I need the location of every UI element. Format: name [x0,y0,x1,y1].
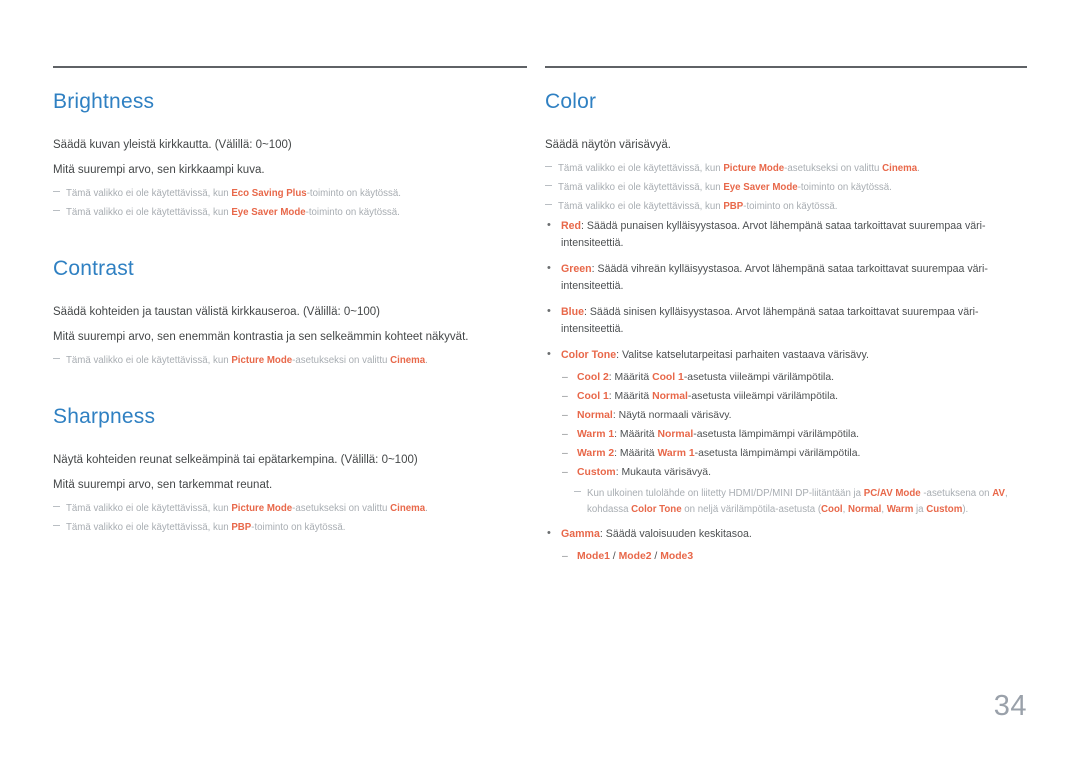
color-note-2: Tämä valikko ei ole käytettävissä, kun E… [545,180,1019,196]
color-body-line: Säädä näytön värisävyä. [545,139,671,151]
contrast-body-line-2: Mitä suurempi arvo, sen enemmän kontrast… [53,331,469,343]
list-item-red: Red: Säädä punaisen kylläisyystasoa. Arv… [545,217,1019,252]
sharpness-body-line-2: Mitä suurempi arvo, sen tarkemmat reunat… [53,479,273,491]
term-warm-2: Warm 2 [577,448,615,459]
page-title-color: Color [545,90,597,113]
term-gamma: Gamma [561,528,600,540]
list-item-custom: Custom: Mukauta värisävyä. [561,464,1019,481]
term-green: Green [561,263,592,275]
brightness-note-1: Tämä valikko ei ole käytettävissä, kun E… [53,186,527,202]
term-color-tone: Color Tone [631,504,682,515]
term-cool: Cool [821,504,843,515]
column-top-rule [545,66,1027,68]
two-column-layout: Brightness Säädä kuvan yleistä kirkkautt… [53,66,1027,569]
gamma-sublist: Mode1 / Mode2 / Mode3 [561,548,1019,565]
manual-page: Brightness Säädä kuvan yleistä kirkkautt… [0,0,1080,763]
term-warm: Warm [886,504,914,515]
term-custom: Custom [926,504,963,515]
term-picture-mode: Picture Mode [231,355,293,366]
color-options-list: Red: Säädä punaisen kylläisyystasoa. Arv… [545,217,1019,565]
page-number: 34 [993,690,1027,722]
contrast-body-line-1: Säädä kohteiden ja taustan välistä kirkk… [53,306,380,318]
term-picture-mode: Picture Mode [723,163,785,174]
list-item-normal: Normal: Näytä normaali värisävy. [561,407,1019,424]
color-tone-note: Kun ulkoinen tulolähde on liitetty HDMI/… [561,486,1019,518]
term-cool-1: Cool 1 [652,372,684,383]
page-title-contrast: Contrast [53,257,134,280]
color-tone-sublist: Cool 2: Määritä Cool 1-asetusta viileämp… [561,369,1019,481]
color-note-3: Tämä valikko ei ole käytettävissä, kun P… [545,199,1019,215]
term-blue: Blue [561,306,584,318]
term-cinema: Cinema [882,163,918,174]
page-title-brightness: Brightness [53,90,155,113]
brightness-body-line-2: Mitä suurempi arvo, sen kirkkaampi kuva. [53,164,265,176]
term-eco-saving-plus: Eco Saving Plus [231,188,307,199]
list-item-green: Green: Säädä vihreän kylläisyystasoa. Ar… [545,260,1019,295]
list-item-color-tone: Color Tone: Valitse katselutarpeitasi pa… [545,346,1019,518]
term-pc-av-mode: PC/AV Mode [863,488,921,499]
term-mode2: Mode2 [618,551,652,562]
list-item-warm-1: Warm 1: Määritä Normal-asetusta lämpimäm… [561,426,1019,443]
term-cool-1: Cool 1 [577,391,609,402]
term-cool-2: Cool 2 [577,372,609,383]
term-normal: Normal [847,504,882,515]
list-item-blue: Blue: Säädä sinisen kylläisyystasoa. Arv… [545,303,1019,338]
section-sharpness: Sharpness Näytä kohteiden reunat selkeäm… [53,405,527,536]
term-eye-saver-mode: Eye Saver Mode [723,182,798,193]
term-normal: Normal [577,410,613,421]
term-pbp: PBP [231,522,252,533]
term-warm-1: Warm 1 [657,448,695,459]
term-mode3: Mode3 [660,551,694,562]
contrast-note-1: Tämä valikko ei ole käytettävissä, kun P… [53,353,527,369]
term-cinema: Cinema [390,503,426,514]
term-pbp: PBP [723,201,744,212]
sharpness-note-2: Tämä valikko ei ole käytettävissä, kun P… [53,520,527,536]
brightness-note-2: Tämä valikko ei ole käytettävissä, kun E… [53,205,527,221]
term-custom: Custom [577,467,616,478]
section-brightness: Brightness Säädä kuvan yleistä kirkkautt… [53,90,527,221]
term-mode1: Mode1 [577,551,610,562]
page-title-sharpness: Sharpness [53,405,156,428]
section-color: Color Säädä näytön värisävyä. Tämä valik… [545,90,1019,565]
term-normal: Normal [657,429,694,440]
term-warm-1: Warm 1 [577,429,615,440]
list-item-gamma-modes: Mode1 / Mode2 / Mode3 [561,548,1019,565]
term-red: Red [561,220,582,232]
term-eye-saver-mode: Eye Saver Mode [231,207,306,218]
left-column: Brightness Säädä kuvan yleistä kirkkautt… [53,66,527,569]
brightness-body-line-1: Säädä kuvan yleistä kirkkautta. (Välillä… [53,139,292,151]
sharpness-note-1: Tämä valikko ei ole käytettävissä, kun P… [53,501,527,517]
term-av: AV [992,488,1006,499]
section-contrast: Contrast Säädä kohteiden ja taustan väli… [53,257,527,369]
list-item-gamma: Gamma: Säädä valoisuuden keskitasoa. Mod… [545,525,1019,565]
term-picture-mode: Picture Mode [231,503,293,514]
term-color-tone: Color Tone [561,349,617,361]
list-item-cool-2: Cool 2: Määritä Cool 1-asetusta viileämp… [561,369,1019,386]
term-normal: Normal [652,391,688,402]
right-column: Color Säädä näytön värisävyä. Tämä valik… [545,66,1027,569]
list-item-cool-1: Cool 1: Määritä Normal-asetusta viileämp… [561,388,1019,405]
color-note-1: Tämä valikko ei ole käytettävissä, kun P… [545,161,1019,177]
sharpness-body-line-1: Näytä kohteiden reunat selkeämpinä tai e… [53,454,418,466]
list-item-warm-2: Warm 2: Määritä Warm 1-asetusta lämpimäm… [561,445,1019,462]
term-cinema: Cinema [390,355,426,366]
column-top-rule [53,66,527,68]
